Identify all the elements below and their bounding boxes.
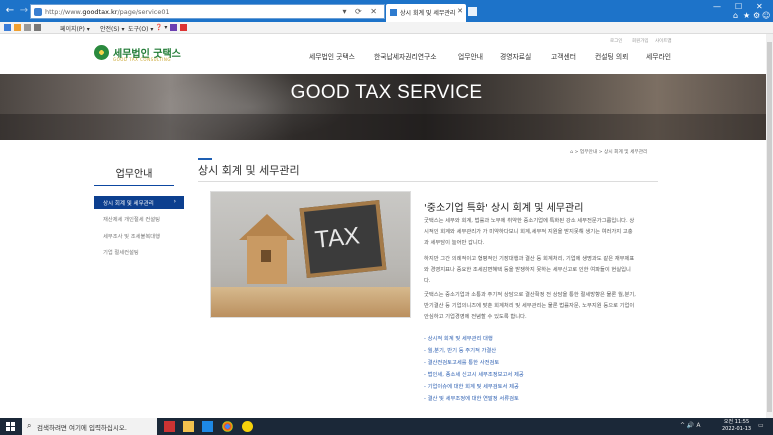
minimize-icon[interactable]: —: [713, 2, 721, 11]
browser-titlebar: ← → http://www.goodtax.kr/page/service01…: [0, 0, 773, 22]
file-explorer-icon[interactable]: [183, 421, 194, 432]
tab-close-icon[interactable]: ✕: [457, 7, 463, 15]
safety-menu[interactable]: 안전(S) ▾: [100, 24, 124, 33]
sidebar-title: 업무안내: [115, 169, 153, 180]
paragraph-line: 시적인 회계와 세무관리가 가 미약하다보니 회계,세무적 지원을 받지못해 생…: [424, 229, 633, 235]
nav-customer-center[interactable]: 고객센터: [551, 51, 576, 61]
windows-taskbar: ⌕ 검색하려면 여기에 입력하십시오. ^ 🔊 A 오전 11:55 2022-…: [0, 418, 773, 435]
service-link[interactable]: - 상시적 회계 및 세무관리 대행: [424, 334, 493, 342]
feedback-smiley-icon[interactable]: ☺: [762, 11, 770, 20]
paragraph-line: 굿택스는 중소기업과 소통과 주기적 상담으로 결산확정 전 상담을 통한 절세…: [424, 292, 636, 298]
taskbar-search-placeholder: 검색하려면 여기에 입력하십시오.: [37, 424, 127, 432]
service-link[interactable]: - 월,분기, 반기 등 주기적 가결산: [424, 346, 496, 354]
onenote-icon[interactable]: [170, 24, 177, 31]
tab-title: 상시 회계 및 세무관리 - 세...: [400, 10, 456, 17]
page-scrollbar[interactable]: [766, 34, 773, 418]
tab-favicon-icon: [390, 9, 397, 16]
home-icon[interactable]: ⌂: [733, 11, 738, 20]
sidebar-item-active[interactable]: 상시 회계 및 세무관리 ›: [94, 196, 184, 209]
logo-emblem-icon: [94, 45, 109, 60]
sidebar-divider: [94, 185, 174, 186]
hero-title: GOOD TAX SERVICE: [290, 82, 483, 103]
windows-start-icon[interactable]: [6, 422, 15, 431]
system-tray[interactable]: ^ 🔊 A: [680, 422, 700, 429]
favorites-star-icon[interactable]: ★: [743, 11, 750, 20]
chalkboard: TAX: [299, 200, 387, 278]
settings-gear-icon[interactable]: ⚙: [753, 11, 760, 20]
address-bar[interactable]: http://www.goodtax.kr/page/service01 ▾ ⟳…: [30, 4, 385, 19]
paragraph-line: 와 경영지표나 중요한 조세감면혜택 등을 받쟁하지 못하는 세무신고로 인한 …: [424, 267, 631, 273]
home-page-icon[interactable]: [4, 24, 11, 31]
paragraph-line: 반기결산 등 기업의니즈에 맞춘 회계처리 및 세무관리는 물론 법률자문, 노…: [424, 303, 635, 309]
service-link[interactable]: - 결산 및 세무조정에 대한 연말정 서류검토: [424, 394, 519, 402]
tools-menu[interactable]: 도구(O) ▾: [128, 24, 153, 33]
sidebar-active-label: 상시 회계 및 세무관리: [103, 201, 154, 207]
address-controls[interactable]: ▾ ⟳ ✕: [342, 7, 380, 16]
chrome-icon[interactable]: [222, 421, 233, 432]
internet-explorer-icon[interactable]: [202, 421, 213, 432]
nav-resources[interactable]: 경영자료실: [500, 51, 531, 61]
nav-consulting[interactable]: 컨설팅 의뢰: [595, 51, 628, 61]
paragraph-line: 안심하고 기업경영에 전념할 수 있도록 합니다.: [424, 314, 527, 320]
app-icon[interactable]: [164, 421, 175, 432]
feeds-icon[interactable]: [14, 24, 21, 31]
tax-photo: TAX: [210, 191, 411, 318]
wooden-house-icon: [247, 236, 287, 284]
service-link[interactable]: - 법인세, 종소세 신고시 세무조정보고서 제공: [424, 370, 524, 378]
clock-date: 2022-01-13: [722, 426, 752, 432]
paragraph-line: 하지만 그간 의례적이고 형평적인 기장대행과 결산 등 회계처리, 기업에 생…: [424, 256, 635, 262]
breadcrumb: ⌂ > 업무안내 > 상시 회계 및 세무관리: [570, 150, 648, 155]
back-icon[interactable]: ←: [3, 4, 17, 18]
sidebar-item-corp-consulting[interactable]: 기업 절세컨설팅: [103, 248, 139, 256]
title-accent: [198, 158, 212, 160]
taskbar-search[interactable]: ⌕ 검색하려면 여기에 입력하십시오.: [22, 418, 157, 435]
command-bar: 페이지(P) ▾ 안전(S) ▾ 도구(O) ▾ ❓ ▾: [0, 22, 773, 34]
chevron-right-icon: ›: [173, 198, 176, 205]
nav-institute[interactable]: 한국납세자권리연구소: [374, 51, 437, 61]
nav-goodtax[interactable]: 세무법인 굿택스: [309, 51, 355, 61]
extension-icon[interactable]: [180, 24, 187, 31]
login-link[interactable]: 로그인: [610, 38, 622, 44]
service-link[interactable]: - 결산전검토고세를 통한 사전검토: [424, 358, 499, 366]
paragraph-line: 굿택스는 세무와 회계, 법률과 노무에 취약한 중소기업에 특화된 강소 세무…: [424, 218, 635, 224]
paragraph-line: 다.: [424, 278, 431, 284]
new-tab-icon[interactable]: [468, 7, 477, 16]
nav-services[interactable]: 업무안내: [458, 51, 483, 61]
wooden-table: [211, 287, 410, 317]
hero-banner: GOOD TAX SERVICE: [0, 74, 773, 140]
page-menu[interactable]: 페이지(P) ▾: [60, 24, 90, 33]
board-text: TAX: [313, 222, 362, 254]
print-icon[interactable]: [34, 24, 41, 31]
paragraph-line: 과 세부담이 늘어만 갑니다.: [424, 240, 485, 246]
window-close-icon[interactable]: ✕: [756, 2, 763, 11]
maximize-icon[interactable]: ☐: [735, 2, 742, 11]
forward-icon[interactable]: →: [17, 4, 31, 18]
signup-link[interactable]: 회원가입: [632, 38, 649, 44]
nav-taxline[interactable]: 세무라인: [646, 51, 671, 61]
kakaotalk-icon[interactable]: [242, 421, 253, 432]
sitemap-link[interactable]: 사이트맵: [655, 38, 672, 44]
help-menu[interactable]: ❓ ▾: [155, 24, 167, 31]
search-icon: ⌕: [27, 421, 32, 430]
clock-time: 오전 11:55: [723, 419, 750, 425]
sidebar-item-tax-audit[interactable]: 세무조사 및 조세불복대행: [103, 232, 160, 240]
site-favicon-icon: [34, 8, 42, 16]
content-heading: '중소기업 특화' 상시 회계 및 세무관리: [424, 203, 584, 214]
sidebar-item-property-tax[interactable]: 재산제세 개인절세 컨설팅: [103, 215, 160, 223]
logo-subtitle: GOOD TAX CONSULTING: [113, 57, 171, 62]
mail-icon[interactable]: [24, 24, 31, 31]
scrollbar-thumb[interactable]: [767, 42, 772, 412]
address-url: http://www.goodtax.kr/page/service01: [45, 8, 170, 16]
taskbar-clock[interactable]: 오전 11:55 2022-01-13: [722, 419, 751, 433]
notification-icon[interactable]: ▭: [758, 422, 764, 429]
title-divider: [198, 181, 658, 182]
service-link[interactable]: - 기업이슈에 대한 회계 및 세무검토서 제공: [424, 382, 519, 390]
browser-tab[interactable]: 상시 회계 및 세무관리 - 세... ✕: [386, 4, 466, 22]
page-title: 상시 회계 및 세무관리: [198, 164, 300, 177]
